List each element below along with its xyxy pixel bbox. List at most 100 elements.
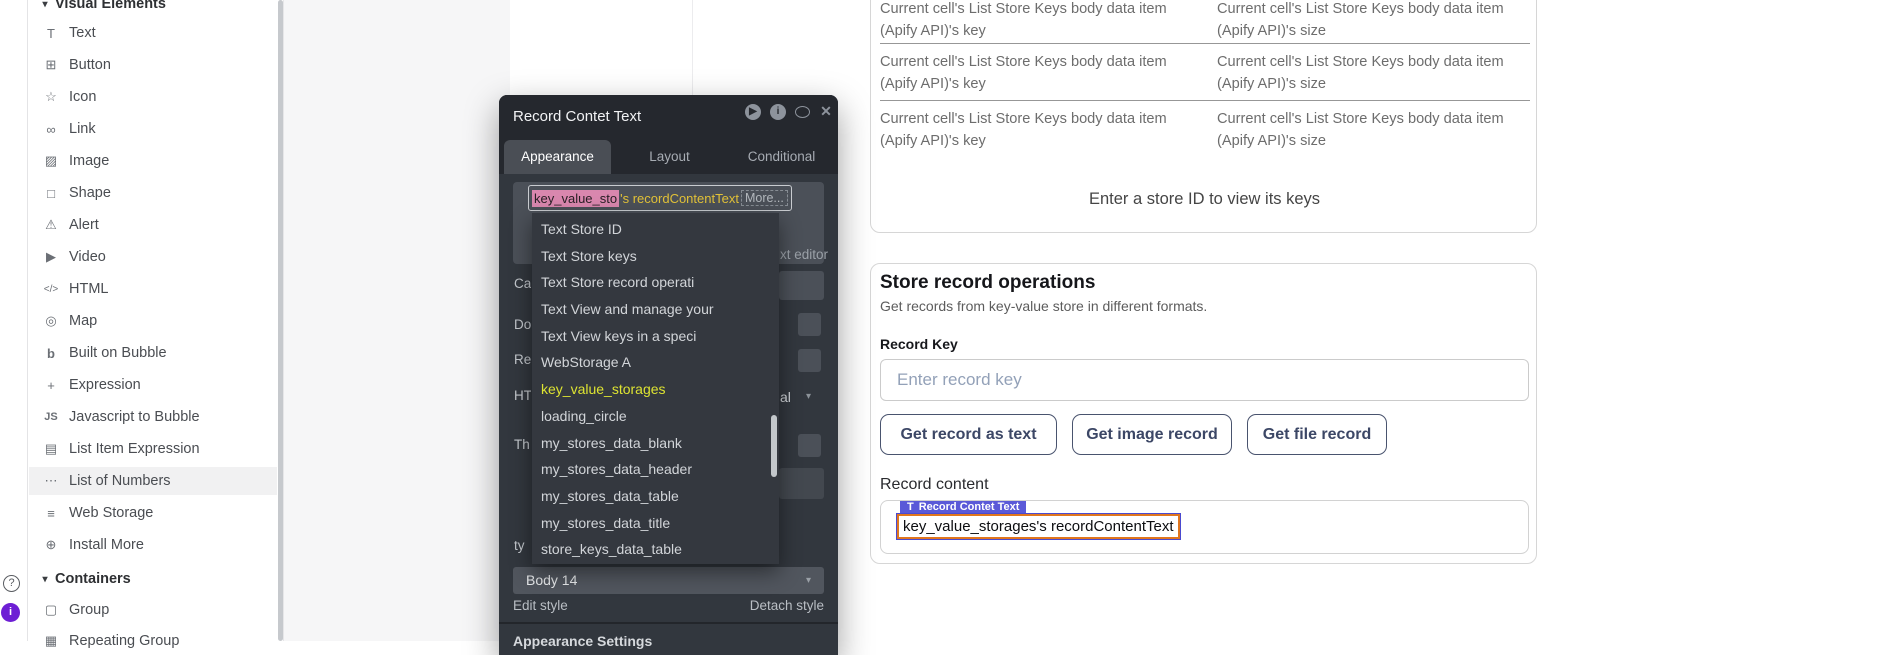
dropdown-option[interactable]: Text Store ID — [532, 216, 779, 243]
section-visual-elements[interactable]: ▾ Visual Elements — [29, 0, 277, 18]
html-tag-value-fragment: al — [780, 389, 791, 405]
close-icon[interactable]: ✕ — [819, 103, 833, 119]
ellipsis-icon: ⋯ — [39, 473, 63, 489]
get-record-as-text-button[interactable]: Get record as text — [880, 414, 1057, 455]
dropdown-option[interactable]: my_stores_data_title — [532, 510, 779, 537]
code-icon: </> — [39, 284, 63, 295]
sidebar-item-web-storage[interactable]: ≡Web Storage — [29, 499, 277, 527]
dropdown-option-highlighted[interactable]: key_value_storages — [532, 376, 779, 403]
section-containers[interactable]: ▾ Containers — [29, 565, 277, 593]
store-keys-card: Current cell's List Store Keys body data… — [870, 0, 1537, 233]
dropdown-option[interactable]: Text Store keys — [532, 243, 779, 270]
property-checkbox[interactable] — [798, 349, 821, 372]
sidebar-divider — [283, 0, 284, 641]
shape-icon: □ — [39, 186, 63, 201]
property-editor-panel: Record Contet Text ▶ i ✕ Appearance Layo… — [499, 95, 838, 655]
appearance-settings-header: Appearance Settings — [513, 633, 652, 649]
dropdown-scrollbar[interactable] — [771, 415, 777, 477]
style-select[interactable]: Body 14 ▾ — [513, 567, 824, 594]
panel-tabbar: Appearance Layout Conditional — [499, 140, 838, 174]
dropdown-option[interactable]: Text Store record operati — [532, 269, 779, 296]
sidebar-item-shape[interactable]: □Shape — [29, 179, 277, 207]
info-icon[interactable]: i — [770, 104, 786, 120]
panel-header[interactable]: Record Contet Text ▶ i ✕ — [499, 95, 838, 140]
card-subtitle: Get records from key-value store in diff… — [880, 298, 1207, 314]
sidebar-item-group[interactable]: ▢Group — [29, 596, 277, 624]
get-image-record-button[interactable]: Get image record — [1072, 414, 1232, 455]
sidebar-item-install-more[interactable]: ⊕Install More — [29, 531, 277, 559]
dropdown-option[interactable]: loading_circle — [532, 403, 779, 430]
help-icon[interactable]: ? — [3, 575, 20, 592]
chevron-down-icon: ▾ — [806, 391, 811, 402]
empty-state-message: Enter a store ID to view its keys — [871, 190, 1538, 209]
text-icon: T — [39, 26, 63, 41]
dropdown-option[interactable]: Text View keys in a speci — [532, 323, 779, 350]
selected-element-name: Record Contet Text — [919, 501, 1020, 513]
property-checkbox[interactable] — [798, 313, 821, 336]
dropdown-option[interactable]: Text View and manage your — [532, 296, 779, 323]
sidebar-item-link[interactable]: ∞Link — [29, 115, 277, 143]
sidebar-item-list-of-numbers[interactable]: ⋯List of Numbers — [29, 467, 277, 495]
sidebar-item-map[interactable]: ◎Map — [29, 307, 277, 335]
sidebar-item-built-on-bubble[interactable]: bBuilt on Bubble — [29, 339, 277, 367]
clipped-label-fragment: Do — [514, 317, 531, 332]
panel-divider — [499, 622, 838, 624]
image-icon: ▨ — [39, 153, 63, 169]
property-input-fragment[interactable] — [779, 468, 824, 499]
dropdown-option[interactable]: my_stores_data_table — [532, 483, 779, 510]
sidebar-item-text[interactable]: TText — [29, 19, 277, 47]
storage-icon: ≡ — [39, 506, 63, 521]
chat-bubble-icon[interactable]: i — [1, 603, 20, 622]
dropdown-option[interactable]: my_stores_data_header — [532, 456, 779, 483]
tab-conditional[interactable]: Conditional — [728, 140, 835, 174]
key-cell: Current cell's List Store Keys body data… — [880, 0, 1200, 42]
dropdown-option[interactable]: my_stores_data_blank — [532, 430, 779, 457]
tab-layout[interactable]: Layout — [616, 140, 723, 174]
star-icon: ☆ — [39, 89, 63, 105]
row-divider — [880, 100, 1530, 101]
size-cell: Current cell's List Store Keys body data… — [1217, 51, 1537, 95]
clipped-label-fragment: Re — [514, 352, 531, 367]
record-key-label: Record Key — [880, 336, 958, 352]
sidebar-item-list-item-expression[interactable]: ▤List Item Expression — [29, 435, 277, 463]
warning-icon: ⚠ — [39, 217, 63, 233]
record-key-input[interactable] — [880, 359, 1529, 401]
panel-title: Record Contet Text — [513, 108, 641, 125]
store-record-operations-card: Store record operations Get records from… — [870, 263, 1537, 564]
clipped-label-fragment: ty — [514, 538, 531, 553]
comment-icon[interactable] — [795, 106, 810, 118]
expression-input[interactable]: key_value_sto 's recordContentText More.… — [528, 185, 792, 211]
sidebar-item-video[interactable]: ▶Video — [29, 243, 277, 271]
sidebar-item-javascript-to-bubble[interactable]: JSJavascript to Bubble — [29, 403, 277, 431]
advanced-editor-link-fragment[interactable]: xt editor — [780, 247, 828, 262]
key-cell: Current cell's List Store Keys body data… — [880, 108, 1200, 152]
property-input-fragment[interactable] — [779, 271, 824, 300]
sidebar-item-icon[interactable]: ☆Icon — [29, 83, 277, 111]
sidebar-item-expression[interactable]: +Expression — [29, 371, 277, 399]
sidebar-item-image[interactable]: ▨Image — [29, 147, 277, 175]
sidebar-item-html[interactable]: </>HTML — [29, 275, 277, 303]
more-button[interactable]: More... — [741, 190, 788, 206]
key-cell: Current cell's List Store Keys body data… — [880, 51, 1200, 95]
dropdown-option[interactable]: WebStorage A — [532, 349, 779, 376]
preview-icon[interactable]: ▶ — [745, 104, 761, 120]
clipped-label-fragment: HT — [514, 388, 531, 403]
size-cell: Current cell's List Store Keys body data… — [1217, 0, 1537, 42]
row-divider — [880, 43, 1530, 44]
selected-text-element[interactable]: key_value_storages's recordContentText — [897, 514, 1180, 539]
plus-circle-icon: ⊕ — [39, 537, 63, 553]
edit-style-link[interactable]: Edit style — [513, 598, 568, 613]
selected-expression-token[interactable]: key_value_sto — [532, 190, 619, 207]
chevron-down-icon: ▾ — [37, 0, 53, 10]
sidebar-item-repeating-group[interactable]: ▦Repeating Group — [29, 627, 277, 655]
sidebar-item-button[interactable]: ⊞Button — [29, 51, 277, 79]
sidebar-item-alert[interactable]: ⚠Alert — [29, 211, 277, 239]
tab-appearance[interactable]: Appearance — [504, 140, 611, 174]
clipboard-icon: ▤ — [39, 441, 63, 457]
detach-style-link[interactable]: Detach style — [750, 598, 824, 613]
dropdown-option[interactable]: store_keys_data_table — [532, 536, 779, 563]
elements-palette: ▾ Visual Elements TText ⊞Button ☆Icon ∞L… — [29, 0, 284, 641]
expression-suffix[interactable]: 's recordContentText — [620, 191, 739, 206]
property-checkbox[interactable] — [798, 434, 821, 457]
get-file-record-button[interactable]: Get file record — [1247, 414, 1387, 455]
